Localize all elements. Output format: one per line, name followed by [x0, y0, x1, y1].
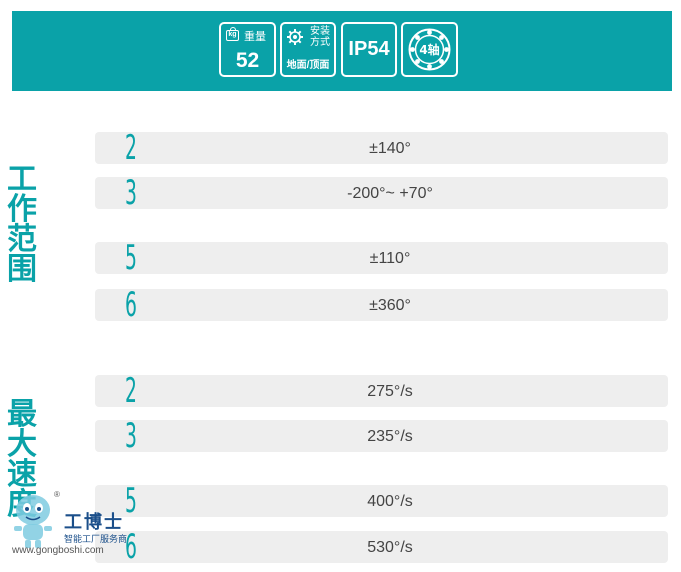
range-value: -200°~ +70° [347, 185, 433, 202]
gear-wrench-icon [287, 29, 303, 45]
mount-label: 安装 方式 [310, 26, 330, 48]
kg-icon: kg [226, 27, 239, 41]
work-range-row: 2 ±140° [95, 130, 668, 166]
speed-value: 530°/s [367, 539, 413, 556]
work-range-row: 5 ±110° [95, 240, 668, 276]
speed-value: 275°/s [367, 383, 413, 400]
mount-value: 地面/顶面 [286, 60, 330, 71]
registered-mark: ® [54, 490, 60, 499]
weight-label: 重量 [244, 31, 266, 43]
brand-name: 工博士 [64, 512, 124, 533]
max-speed-row: 2 275°/s [95, 373, 668, 409]
range-value: ±110° [369, 250, 411, 267]
brand-tagline: 智能工厂服务商 [64, 534, 128, 544]
weight-value: 52 [235, 49, 260, 72]
ip-rating: IP54 [348, 38, 390, 60]
ip-badge: IP54 [341, 22, 397, 77]
range-value: ±360° [369, 297, 411, 314]
speed-value: 235°/s [367, 428, 413, 445]
work-range-row: 6 ±360° [95, 287, 668, 323]
max-speed-row: 3 235°/s [95, 418, 668, 454]
range-value: ±140° [369, 140, 411, 157]
max-speed-row: 6 530°/s [95, 529, 668, 565]
axis-ring-icon: 4轴 [408, 28, 451, 71]
weight-badge: kg 重量 52 [219, 22, 276, 77]
work-range-title: 工作范围 [7, 162, 37, 287]
max-speed-row: 5 400°/s [95, 483, 668, 519]
axis-count: 4轴 [419, 42, 439, 57]
brand-watermark: ® 工博士 智能工厂服务商 www.gongboshi.com [8, 490, 168, 568]
spec-banner: kg 重量 52 安装 方式 地面/顶面 IP54 4轴 [12, 11, 672, 91]
work-range-row: 3 -200°~ +70° [95, 175, 668, 211]
mount-badge: 安装 方式 地面/顶面 [280, 22, 336, 77]
brand-url: www.gongboshi.com [12, 545, 104, 556]
speed-value: 400°/s [367, 493, 413, 510]
axis-badge: 4轴 [401, 22, 458, 77]
